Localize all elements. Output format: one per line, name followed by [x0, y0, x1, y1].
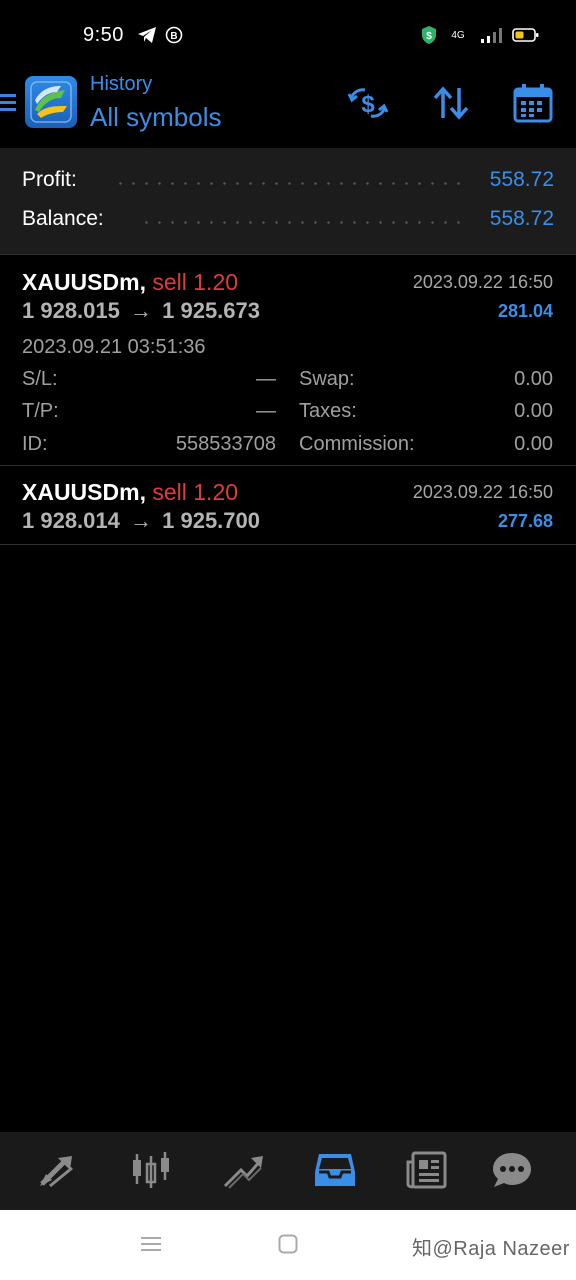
close-time: 2023.09.22 16:50: [412, 482, 553, 502]
signal-icon: [479, 24, 505, 46]
balance-label: Balance:: [22, 207, 104, 230]
close-time: 2023.09.22 16:50: [412, 272, 553, 292]
profit-row: Profit: 558.72: [22, 166, 554, 196]
home-square-icon[interactable]: [278, 1234, 298, 1259]
deposit-icon[interactable]: $: [345, 80, 391, 126]
menu-icon[interactable]: [0, 90, 16, 114]
b-circle-icon: B: [164, 24, 184, 46]
profit-value: 558.72: [489, 168, 554, 191]
arrow-right-icon: →: [130, 298, 152, 323]
sort-icon[interactable]: [428, 80, 474, 126]
id-label: ID:: [22, 433, 48, 455]
account-summary: Profit: 558.72 Balance: 558.72: [0, 148, 576, 255]
trade-header: XAUUSDm, sell 1.20: [22, 269, 238, 296]
tp-value: —: [256, 400, 276, 422]
tp-label: T/P:: [22, 400, 59, 422]
swap-value: 0.00: [514, 368, 553, 390]
balance-value: 558.72: [489, 207, 554, 230]
history-icon[interactable]: [311, 1148, 359, 1192]
trade-separator: ,: [139, 479, 146, 505]
dotted-leader: [114, 182, 464, 185]
metatrader-logo-icon: [25, 76, 77, 128]
trade-symbol: XAUUSDm: [22, 269, 140, 295]
close-price: 1 925.673: [162, 298, 260, 323]
open-price: 1 928.015: [22, 298, 120, 323]
trade-profit: 277.68: [497, 511, 553, 531]
shield-icon: $: [419, 24, 439, 46]
svg-text:B: B: [170, 31, 177, 42]
status-bar: 9:50 B $ 4G: [0, 0, 576, 66]
network-type-label: 4G: [451, 29, 465, 41]
trade-prices: 1 928.015 → 1 925.673: [22, 298, 260, 324]
calendar-icon[interactable]: [510, 80, 556, 126]
balance-row: Balance: 558.72: [22, 205, 554, 235]
recents-menu-icon[interactable]: [140, 1234, 162, 1259]
svg-text:$: $: [361, 91, 375, 118]
bottom-navigation: [0, 1132, 576, 1210]
taxes-label: Taxes:: [299, 400, 357, 422]
chat-icon[interactable]: [488, 1148, 536, 1192]
telegram-icon: [136, 24, 158, 46]
trade-icon[interactable]: [219, 1148, 267, 1192]
trade-row[interactable]: XAUUSDm, sell 1.20 1 928.014 → 1 925.700…: [0, 466, 576, 545]
trade-profit: 281.04: [497, 301, 553, 321]
app-header: History All symbols $: [0, 66, 576, 148]
id-value: 558533708: [175, 433, 276, 455]
status-time: 9:50: [83, 24, 124, 46]
chart-icon[interactable]: [127, 1148, 175, 1192]
quotes-icon[interactable]: [34, 1148, 82, 1192]
trade-side-volume: sell 1.20: [152, 269, 239, 295]
commission-label: Commission:: [299, 433, 415, 455]
svg-text:$: $: [426, 31, 432, 42]
trade-prices: 1 928.014 → 1 925.700: [22, 508, 260, 534]
open-price: 1 928.014: [22, 508, 120, 533]
trade-side-volume: sell 1.20: [152, 479, 239, 505]
news-icon[interactable]: [403, 1148, 451, 1192]
arrow-right-icon: →: [130, 508, 152, 533]
trade-row[interactable]: XAUUSDm, sell 1.20 1 928.015 → 1 925.673…: [0, 256, 576, 466]
watermark-text: 知@Raja Nazeer: [412, 1238, 570, 1260]
trade-separator: ,: [139, 269, 146, 295]
close-price: 1 925.700: [162, 508, 260, 533]
trade-header: XAUUSDm, sell 1.20: [22, 479, 238, 506]
swap-label: Swap:: [299, 368, 355, 390]
commission-value: 0.00: [514, 433, 553, 455]
battery-icon: [512, 24, 540, 46]
profit-label: Profit:: [22, 168, 77, 191]
symbol-filter[interactable]: All symbols: [90, 102, 221, 133]
sl-label: S/L:: [22, 368, 58, 390]
page-title: History: [90, 73, 153, 95]
sl-value: —: [256, 368, 276, 390]
taxes-value: 0.00: [514, 400, 553, 422]
dotted-leader: [140, 221, 464, 224]
trade-symbol: XAUUSDm: [22, 479, 140, 505]
open-time: 2023.09.21 03:51:36: [22, 336, 206, 358]
system-navigation-bar: 知@Raja Nazeer: [0, 1210, 576, 1280]
